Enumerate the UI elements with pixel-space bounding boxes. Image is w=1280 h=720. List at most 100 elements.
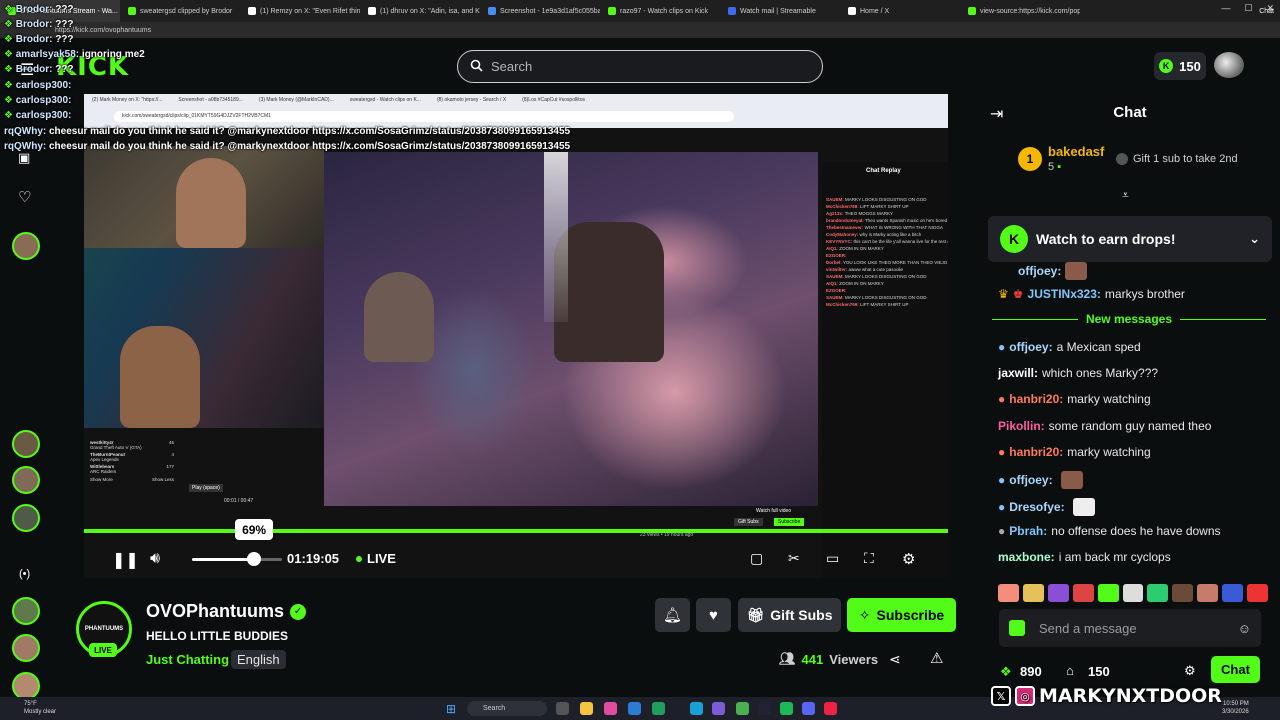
browser-tab[interactable]: razo97 - Watch clips on Kick bbox=[600, 0, 720, 22]
browser-tab[interactable]: Home / X bbox=[840, 0, 960, 22]
chat-input[interactable]: Send a message ☺ bbox=[999, 609, 1261, 647]
taskbar-app-icon[interactable] bbox=[628, 702, 641, 715]
video-player[interactable]: (2) Mark Money on X: "https://... Screens… bbox=[84, 94, 948, 578]
gift-prompt[interactable]: Gift 1 sub to take 2nd bbox=[1116, 153, 1238, 165]
gift-subs-button[interactable]: 🎁︎ Gift Subs bbox=[738, 598, 841, 632]
minimize-icon[interactable]: — bbox=[1221, 3, 1230, 14]
browser-tab[interactable]: sweatergsd clipped by Brodor bbox=[120, 0, 240, 22]
taskbar-app-icon[interactable] bbox=[556, 702, 569, 715]
send-chat-button[interactable]: Chat bbox=[1211, 656, 1260, 683]
taskbar-app-icon[interactable] bbox=[604, 702, 617, 715]
heart-icon[interactable]: ♡ bbox=[18, 188, 31, 206]
channel-name-text[interactable]: OVOPhantuums bbox=[146, 601, 284, 622]
volume-thumb[interactable] bbox=[247, 552, 262, 566]
points-count[interactable]: 890 bbox=[1020, 664, 1042, 679]
sidebar-channel-avatar[interactable] bbox=[12, 597, 40, 625]
taskbar-app-icon[interactable] bbox=[802, 702, 815, 715]
volume-slider[interactable] bbox=[192, 558, 282, 561]
drops-banner[interactable]: K Watch to earn drops! ⌄ bbox=[988, 216, 1272, 262]
chat-username[interactable]: offjoey: bbox=[1018, 264, 1061, 278]
language-tag[interactable]: English bbox=[231, 650, 286, 669]
chat-message: Pikollin: some random guy named theo bbox=[998, 419, 1211, 433]
picture-in-picture-icon[interactable]: ▭ bbox=[826, 550, 839, 567]
emote-icon[interactable] bbox=[1122, 584, 1144, 602]
webcam-marky bbox=[84, 248, 324, 428]
sidebar-channel-avatar[interactable] bbox=[12, 504, 40, 532]
address-bar[interactable]: https://kick.com/ovophantuums bbox=[0, 22, 1280, 38]
share-icon[interactable]: ⋖ bbox=[889, 651, 901, 668]
emote-icon[interactable] bbox=[1197, 584, 1219, 602]
report-icon[interactable]: ⚠ bbox=[930, 649, 943, 667]
chat-username[interactable]: Pikollin: bbox=[998, 419, 1045, 433]
search-input[interactable]: Search bbox=[457, 50, 823, 83]
browser-tab[interactable]: view-source:https://kick.com/pop... bbox=[960, 0, 1080, 22]
chat-username[interactable]: jaxwill: bbox=[998, 366, 1038, 380]
pause-icon[interactable]: ❚❚ bbox=[112, 550, 139, 570]
emoji-icon[interactable]: ☺ bbox=[1238, 621, 1251, 636]
browser-tab[interactable]: Watch mail | Streamable bbox=[720, 0, 840, 22]
new-messages-divider[interactable]: New messages bbox=[992, 312, 1266, 326]
browser-tab[interactable]: (1) Remzy on X: "Even Rifet thinks" bbox=[240, 0, 360, 22]
sidebar-channel-avatar[interactable] bbox=[12, 634, 40, 662]
live-channels-icon[interactable]: (•) bbox=[19, 568, 30, 580]
weather-widget[interactable]: 75°F Mostly clear bbox=[24, 700, 56, 716]
top-gifter[interactable]: 1 bakedasf 5 ▪ bbox=[1018, 144, 1104, 173]
expand-leaderboard-icon[interactable]: ⩡ bbox=[1122, 188, 1129, 203]
sidebar-channel-avatar[interactable] bbox=[12, 430, 40, 458]
chat-username[interactable]: hanbri20: bbox=[1009, 445, 1063, 459]
taskbar-app-icon[interactable] bbox=[652, 702, 665, 715]
sidebar-channel-avatar[interactable] bbox=[12, 672, 40, 700]
top-gifter-name[interactable]: bakedasf bbox=[1048, 144, 1104, 159]
chat-username[interactable]: JUSTINx323: bbox=[1028, 287, 1101, 301]
channel-name[interactable]: OVOPhantuums ✓ bbox=[146, 601, 307, 622]
settings-gear-icon[interactable]: ⚙ bbox=[902, 550, 915, 568]
chat-username[interactable]: offjoey: bbox=[1009, 473, 1052, 487]
fullscreen-icon[interactable]: ⛶ bbox=[864, 550, 874, 567]
live-progress-bar[interactable] bbox=[84, 529, 948, 533]
subscribe-button[interactable]: ✧ Subscribe bbox=[847, 598, 956, 632]
emote-icon[interactable] bbox=[1022, 584, 1044, 602]
gift-icon[interactable] bbox=[1009, 620, 1025, 636]
chat-username[interactable]: Dresofye: bbox=[1009, 500, 1064, 514]
browser-tab[interactable]: (1) dhruv on X: "Adin, isa, and Kai" bbox=[360, 0, 480, 22]
taskbar-app-icon[interactable] bbox=[712, 702, 725, 715]
theater-mode-icon[interactable]: ▢ bbox=[750, 550, 763, 567]
taskbar-app-icon[interactable] bbox=[758, 702, 771, 715]
user-avatar[interactable] bbox=[1214, 52, 1244, 78]
close-icon[interactable]: ✕ bbox=[1266, 3, 1274, 14]
follow-button[interactable]: ♥ bbox=[696, 598, 731, 632]
maximize-icon[interactable]: ☐ bbox=[1244, 3, 1252, 14]
chat-username[interactable]: offjoey: bbox=[1009, 340, 1052, 354]
taskbar-app-icon[interactable] bbox=[580, 702, 593, 715]
chevron-down-icon[interactable]: ⌄ bbox=[1249, 231, 1260, 247]
category-link[interactable]: Just Chatting bbox=[146, 652, 229, 667]
clip-icon[interactable]: ✂ bbox=[788, 550, 800, 567]
emote-icon[interactable] bbox=[1097, 584, 1119, 602]
chat-username[interactable]: maxbone: bbox=[998, 550, 1055, 564]
chat-username[interactable]: Pbrah: bbox=[1009, 524, 1047, 538]
emote-icon[interactable] bbox=[1072, 584, 1094, 602]
emote-icon[interactable] bbox=[1172, 584, 1194, 602]
emote-icon[interactable] bbox=[1047, 584, 1069, 602]
kick-coins-button[interactable]: K 150 bbox=[1154, 52, 1206, 80]
chat-username[interactable]: hanbri20: bbox=[1009, 392, 1063, 406]
taskbar-app-icon[interactable] bbox=[736, 702, 749, 715]
taskbar-app-icon[interactable] bbox=[824, 702, 837, 715]
volume-icon[interactable]: 🔊︎ bbox=[150, 550, 160, 568]
taskbar-app-icon[interactable] bbox=[690, 702, 703, 715]
chat-settings-icon[interactable]: ⚙ bbox=[1184, 663, 1196, 679]
emote-icon[interactable] bbox=[1247, 584, 1268, 602]
start-icon[interactable]: ⊞ bbox=[446, 702, 456, 716]
notification-bell-button[interactable]: 🔔︎ bbox=[655, 598, 690, 632]
sidebar-channel-avatar[interactable] bbox=[12, 466, 40, 494]
subs-count[interactable]: 150 bbox=[1088, 664, 1110, 679]
taskbar-app-icon[interactable] bbox=[780, 702, 793, 715]
emote-icon[interactable] bbox=[998, 584, 1019, 602]
browser-tab[interactable]: Screenshot - 1e9a3d1af5c055ba7... bbox=[480, 0, 600, 22]
following-icon[interactable]: ▣ bbox=[18, 150, 30, 166]
emote-icon[interactable] bbox=[1147, 584, 1169, 602]
taskbar-search[interactable]: Search bbox=[467, 701, 547, 716]
live-indicator[interactable]: LIVE bbox=[356, 551, 396, 566]
emote-icon[interactable] bbox=[1222, 584, 1244, 602]
sidebar-channel-avatar[interactable] bbox=[12, 232, 40, 260]
